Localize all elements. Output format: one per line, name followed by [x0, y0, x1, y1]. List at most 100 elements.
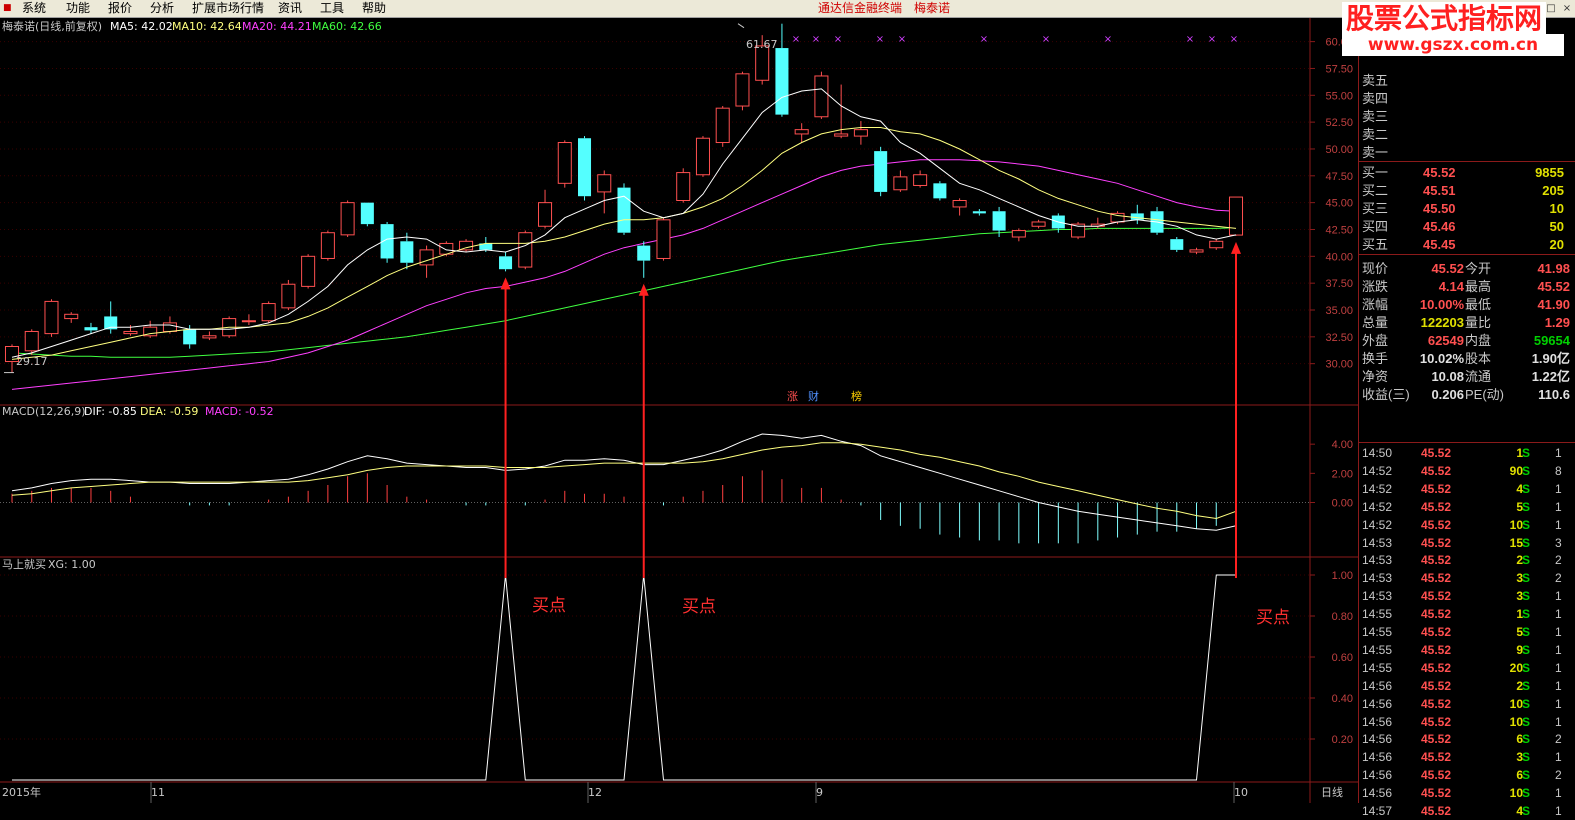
- sell-level-label: 卖三: [1362, 109, 1389, 124]
- tick-side: S: [1522, 642, 1531, 657]
- menu-quote[interactable]: 报价: [108, 1, 132, 16]
- signal-mark-icon: ×: [1186, 34, 1194, 45]
- tick-price: 45.52: [1421, 535, 1452, 550]
- tick-side: S: [1522, 786, 1531, 801]
- tick-price: 45.52: [1421, 446, 1452, 460]
- price-tick-label: 47.50: [1325, 171, 1353, 183]
- x-axis-label: 10: [1234, 786, 1248, 799]
- macd-value: MACD: -0.52: [205, 405, 274, 418]
- menu-extended-market[interactable]: 扩展市场行情: [192, 1, 264, 16]
- sell-level-row[interactable]: 卖四: [1359, 90, 1564, 108]
- candle: [202, 335, 217, 339]
- candle: [1228, 196, 1244, 236]
- candle: [893, 176, 908, 191]
- menu-help[interactable]: 帮助: [362, 1, 386, 16]
- tick-price: 45.52: [1421, 642, 1452, 657]
- tick-volume: 10: [1509, 517, 1523, 532]
- signal-mark-icon: ×: [980, 34, 988, 45]
- tick-count: 1: [1555, 517, 1562, 532]
- xg-value: XG: 1.00: [48, 558, 96, 571]
- kline-chart-area[interactable]: 60.0057.5055.0052.5050.0047.5045.0042.50…: [0, 18, 1358, 803]
- candle: [64, 313, 79, 320]
- tick-row: 14:57 45.52 4 S 1: [1359, 802, 1569, 820]
- badge-cai[interactable]: 财: [808, 390, 819, 404]
- tick-price: 45.52: [1421, 499, 1452, 514]
- quote-value: 1.29: [1544, 315, 1570, 330]
- tick-count: 2: [1555, 553, 1562, 568]
- buy-level-row[interactable]: 买二 45.51 205: [1359, 182, 1564, 200]
- ma10-polyline: [11, 127, 1237, 360]
- period-tab[interactable]: 日线: [1321, 786, 1343, 800]
- candle: [715, 107, 730, 144]
- tick-time: 14:55: [1362, 625, 1393, 639]
- buy-level-price: 45.46: [1423, 219, 1456, 234]
- watermark-url: www.gszx.com.cn: [1342, 34, 1564, 56]
- tick-time: 14:56: [1362, 768, 1393, 783]
- quote-label: 量比: [1465, 315, 1492, 330]
- tick-price: 45.52: [1421, 768, 1452, 783]
- menu-tools[interactable]: 工具: [320, 1, 344, 16]
- low-price-label: 29.17: [16, 355, 48, 368]
- badge-zhang[interactable]: 涨: [787, 390, 798, 404]
- menu-function[interactable]: 功能: [66, 1, 90, 16]
- buy-level-row[interactable]: 买四 45.46 50: [1359, 218, 1564, 236]
- candle: [637, 245, 651, 261]
- tick-time: 14:55: [1362, 607, 1393, 622]
- menu-system[interactable]: 系统: [22, 1, 46, 16]
- x-axis-label: 2015年: [2, 786, 41, 799]
- tick-time: 14:56: [1362, 786, 1393, 801]
- candle: [557, 142, 572, 184]
- buy-level-row[interactable]: 买三 45.50 10: [1359, 200, 1564, 218]
- quote-label: 收益(三): [1362, 387, 1410, 402]
- candle: [1209, 240, 1224, 249]
- candle: [952, 200, 967, 208]
- candle: [834, 133, 849, 137]
- tick-time: 14:57: [1362, 804, 1393, 818]
- tick-row: 14:50 45.52 1 S 1: [1359, 444, 1569, 462]
- menu-analysis[interactable]: 分析: [150, 1, 174, 16]
- candle: [123, 330, 138, 335]
- price-tick-label: 55.00: [1325, 90, 1353, 102]
- tick-time: 14:53: [1362, 535, 1393, 550]
- tick-side: S: [1522, 714, 1531, 729]
- tick-time: 14:56: [1362, 714, 1393, 729]
- sell-level-row[interactable]: 卖三: [1359, 108, 1564, 126]
- tick-side: S: [1522, 463, 1531, 478]
- candle: [360, 202, 374, 225]
- tick-count: 1: [1555, 481, 1562, 496]
- quote-label: PE(动): [1465, 387, 1505, 402]
- candle: [281, 283, 296, 309]
- app-logo-icon[interactable]: ■: [3, 1, 12, 16]
- candle: [1011, 230, 1026, 238]
- candle: [84, 327, 98, 331]
- menu-news[interactable]: 资讯: [278, 1, 302, 16]
- tick-count: 2: [1555, 571, 1562, 586]
- price-tick-label: 52.50: [1325, 117, 1353, 129]
- tick-price: 45.52: [1421, 481, 1452, 496]
- quote-value: 1.22亿: [1531, 369, 1570, 384]
- tick-price: 45.52: [1421, 786, 1452, 801]
- tick-side: S: [1522, 571, 1531, 586]
- buy-level-row[interactable]: 买五 45.45 20: [1359, 236, 1564, 254]
- high-pointer: [737, 23, 745, 29]
- candle: [518, 232, 533, 268]
- quote-value: 110.6: [1538, 387, 1570, 402]
- tick-row: 14:52 45.52 5 S 1: [1359, 498, 1569, 516]
- quote-label: 净资: [1362, 369, 1389, 384]
- close-icon[interactable]: ×: [1559, 1, 1575, 16]
- candle: [400, 241, 414, 263]
- quote-label: 涨跌: [1362, 279, 1389, 294]
- quote-row: 涨幅 10.00% 最低 41.90: [1359, 296, 1574, 314]
- badge-bang[interactable]: 榜: [851, 390, 862, 404]
- sell-level-row[interactable]: 卖二: [1359, 126, 1564, 144]
- xg-polyline: [12, 574, 1236, 781]
- tick-price: 45.52: [1421, 714, 1452, 729]
- quote-row: 收益(三) 0.206 PE(动) 110.6: [1359, 386, 1574, 404]
- tick-count: 1: [1555, 607, 1562, 622]
- sell-level-row[interactable]: 卖一: [1359, 144, 1564, 162]
- buy-level-price: 45.51: [1423, 183, 1456, 198]
- sell-level-row[interactable]: 卖五: [1359, 72, 1564, 90]
- tick-row: 14:52 45.52 4 S 1: [1359, 480, 1569, 498]
- buy-level-row[interactable]: 买一 45.52 9855: [1359, 164, 1564, 182]
- candle: [794, 129, 809, 135]
